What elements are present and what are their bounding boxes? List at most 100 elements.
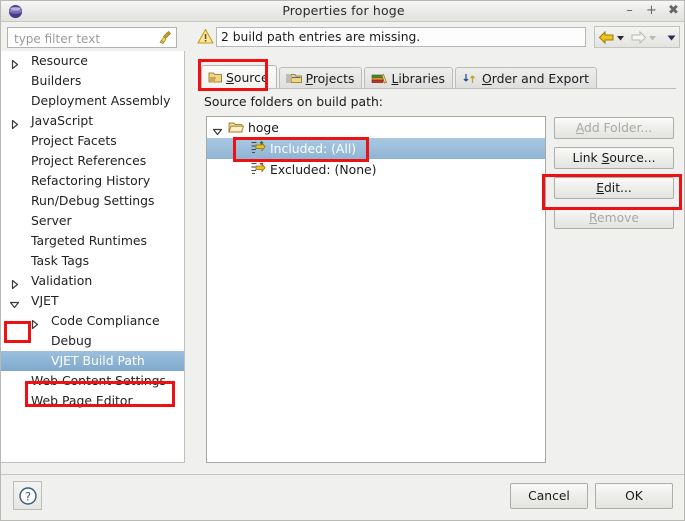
link-source-button[interactable]: Link Source... <box>554 147 674 169</box>
source-folders-list[interactable]: hoge Included: (All) Excluded: (None) <box>206 116 546 463</box>
tab-label: Libraries <box>391 71 445 86</box>
chevron-right-icon[interactable] <box>29 319 40 330</box>
help-question-icon: ? <box>18 486 37 505</box>
footer-divider <box>1 474 684 475</box>
sidebar-item-code-compliance[interactable]: Code Compliance <box>1 311 184 331</box>
sidebar-item-label: Project Facets <box>31 133 117 148</box>
chevron-down-icon[interactable] <box>212 126 223 137</box>
close-button[interactable]: ✖ <box>667 4 680 18</box>
chevron-down-icon <box>649 35 656 40</box>
sidebar-item-validation[interactable]: Validation <box>1 271 184 291</box>
chevron-down-icon[interactable] <box>615 32 626 43</box>
sidebar-item-javascript[interactable]: JavaScript <box>1 111 184 131</box>
order-export-icon <box>463 74 475 83</box>
minimize-button[interactable]: – <box>623 4 636 18</box>
sidebar-item-label: Web Content Settings <box>31 373 166 388</box>
sidebar-item-project-references[interactable]: Project References <box>1 151 184 171</box>
ok-button[interactable]: OK <box>595 483 673 509</box>
remove-button: Remove <box>554 207 674 229</box>
cancel-button[interactable]: Cancel <box>510 483 588 509</box>
sidebar-item-label: Project References <box>31 153 147 168</box>
sidebar-item-label: JavaScript <box>31 113 94 128</box>
sidebar-item-deployment-assembly[interactable]: Deployment Assembly <box>1 91 184 111</box>
tab-libraries[interactable]: Libraries <box>364 67 453 89</box>
broom-icon[interactable] <box>157 30 173 46</box>
sidebar-item-vjet-build-path[interactable]: VJET Build Path <box>1 351 184 371</box>
sidebar-item-label: Deployment Assembly <box>31 93 171 108</box>
tab-label: Source <box>226 70 269 85</box>
tab-bar[interactable]: Source Projects Libraries Order and Export <box>201 65 599 89</box>
chevron-down-icon[interactable] <box>665 32 678 43</box>
chevron-right-icon[interactable] <box>9 279 20 290</box>
filter-box[interactable] <box>7 27 177 49</box>
list-item-label: Excluded: (None) <box>270 162 377 177</box>
chevron-right-icon[interactable] <box>9 59 20 70</box>
include-filter-icon <box>250 140 266 161</box>
title-bar: Properties for hoge – + ✖ <box>1 1 684 22</box>
chevron-right-icon[interactable] <box>9 119 20 130</box>
sidebar-item-label: Builders <box>31 73 82 88</box>
sidebar-item-web-page-editor[interactable]: Web Page Editor <box>1 391 184 411</box>
sidebar-item-resource[interactable]: Resource <box>1 51 184 71</box>
libraries-books-icon <box>372 74 388 84</box>
list-item[interactable]: hoge <box>207 117 545 138</box>
chevron-down-icon[interactable] <box>9 299 20 310</box>
svg-text:?: ? <box>24 489 30 503</box>
tab-strip-divider <box>201 88 676 89</box>
sidebar-item-label: Web Page Editor <box>31 393 133 408</box>
tab-label: Order and Export <box>481 71 589 86</box>
projects-icon <box>286 72 303 85</box>
sidebar-item-task-tags[interactable]: Task Tags <box>1 251 184 271</box>
tab-order-and-export[interactable]: Order and Export <box>454 67 597 89</box>
sidebar-item-web-content-settings[interactable]: Web Content Settings <box>1 371 184 391</box>
tab-projects[interactable]: Projects <box>278 67 363 89</box>
sidebar-item-label: Resource <box>31 53 88 68</box>
sidebar-item-label: Run/Debug Settings <box>31 193 155 208</box>
sidebar-item-label: Task Tags <box>31 253 90 268</box>
exclude-filter-icon <box>250 161 266 182</box>
libraries-books-icon <box>371 72 388 85</box>
sidebar-item-server[interactable]: Server <box>1 211 184 231</box>
dialog-buttons: Cancel OK <box>510 483 673 509</box>
source-folder-icon <box>208 71 223 84</box>
sidebar-item-targeted-runtimes[interactable]: Targeted Runtimes <box>1 231 184 251</box>
navigation-toolbar <box>594 26 680 48</box>
window-title: Properties for hoge <box>282 3 405 18</box>
source-folder-icon <box>208 72 222 83</box>
section-label: Source folders on build path: <box>204 94 383 109</box>
back-arrow-icon[interactable] <box>598 30 615 45</box>
projects-icon <box>286 74 302 83</box>
sidebar-item-label: Refactoring History <box>31 173 151 188</box>
add-folder-button: Add Folder... <box>554 117 674 139</box>
forward-arrow-icon <box>631 30 647 44</box>
sidebar-item-label: Debug <box>51 333 92 348</box>
sidebar-item-debug[interactable]: Debug <box>1 331 184 351</box>
tab-label: Projects <box>305 71 355 86</box>
properties-dialog: Properties for hoge – + ✖ Resource Builde… <box>0 0 685 521</box>
sidebar-item-builders[interactable]: Builders <box>1 71 184 91</box>
sidebar-item-label: Server <box>31 213 72 228</box>
folder-open-icon <box>228 122 245 133</box>
exclude-filter-icon <box>251 162 266 175</box>
edit-button[interactable]: Edit... <box>554 177 674 199</box>
sidebar-item-project-facets[interactable]: Project Facets <box>1 131 184 151</box>
help-button[interactable]: ? <box>13 481 42 510</box>
sidebar-item-label: Code Compliance <box>51 313 160 328</box>
window-controls: – + ✖ <box>623 4 680 18</box>
include-filter-icon <box>251 141 266 154</box>
maximize-button[interactable]: + <box>645 4 658 18</box>
sidebar-item-run-debug-settings[interactable]: Run/Debug Settings <box>1 191 184 211</box>
forward-navigation <box>630 30 658 45</box>
back-navigation[interactable] <box>598 30 626 45</box>
warning-icon <box>197 28 214 44</box>
sidebar-item-label: VJET <box>31 293 59 308</box>
sidebar-item-label: Targeted Runtimes <box>31 233 147 248</box>
sidebar-item-vjet[interactable]: VJET <box>1 291 184 311</box>
sidebar-item-refactoring-history[interactable]: Refactoring History <box>1 171 184 191</box>
folder-open-icon <box>228 119 245 140</box>
tab-source[interactable]: Source <box>201 65 277 89</box>
list-item[interactable]: Included: (All) <box>207 138 545 159</box>
search-input[interactable] <box>12 28 156 49</box>
list-item[interactable]: Excluded: (None) <box>207 159 545 180</box>
properties-category-tree[interactable]: Resource Builders Deployment Assembly JavaS… <box>1 51 185 463</box>
